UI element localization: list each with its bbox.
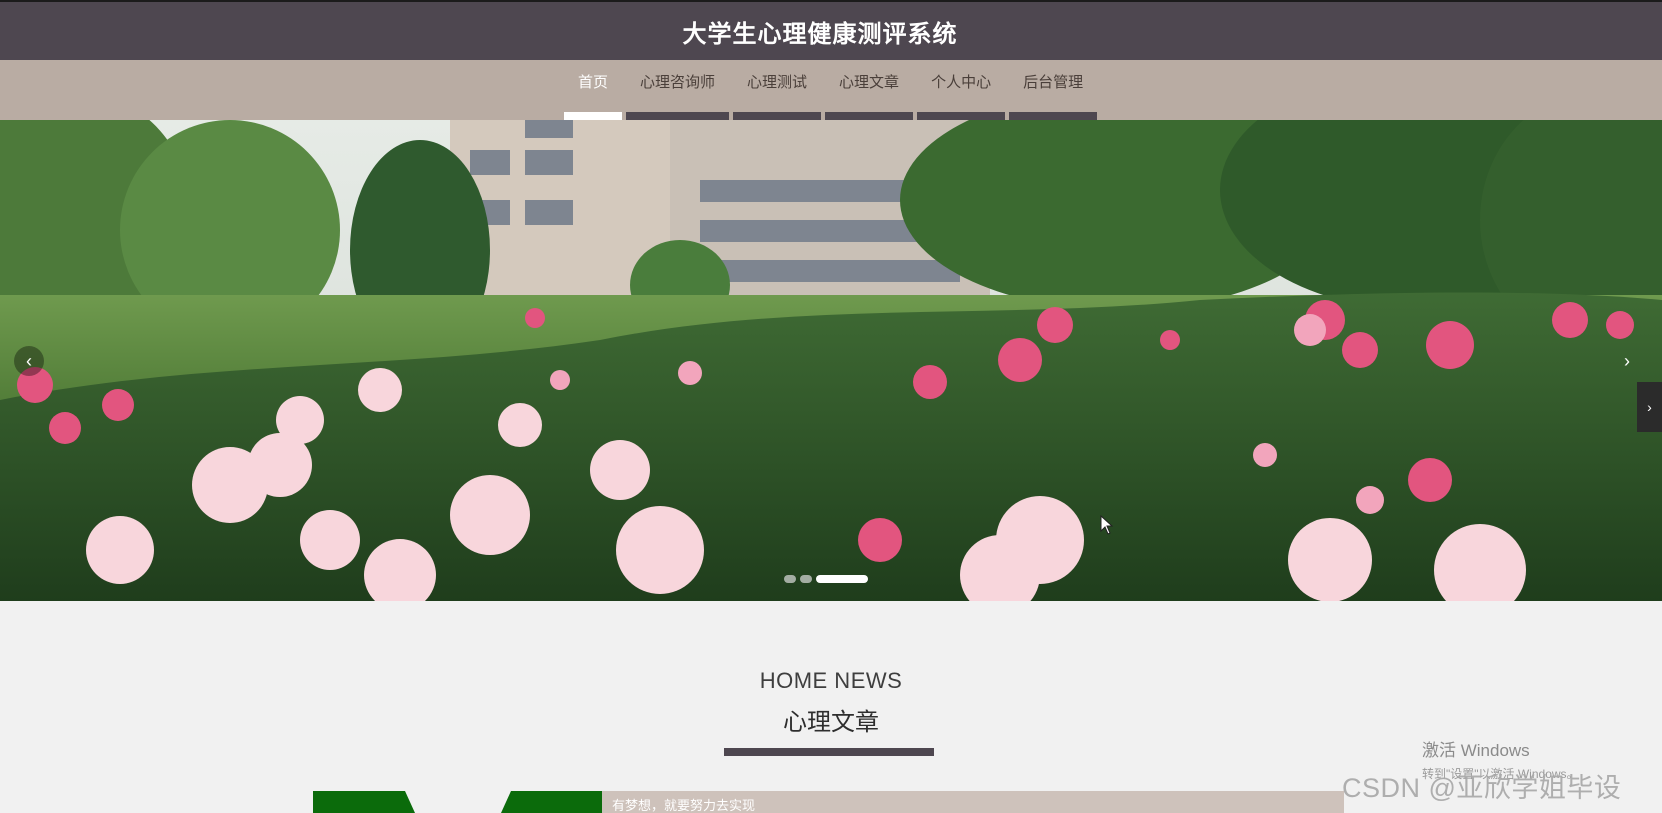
nav-item-personal-center[interactable]: 个人中心 — [917, 60, 1006, 120]
news-title-underline — [724, 748, 934, 756]
carousel-dot-3[interactable] — [816, 575, 868, 583]
mouse-cursor-icon — [1100, 514, 1114, 540]
carousel-slide-image — [0, 120, 1662, 601]
hero-carousel[interactable]: ‹ › › — [0, 120, 1662, 601]
nav-item-counselors[interactable]: 心理咨询师 — [626, 60, 730, 120]
nav-item-articles[interactable]: 心理文章 — [825, 60, 914, 120]
article-thumbnail — [313, 791, 603, 813]
news-title-cn: 心理文章 — [783, 709, 879, 736]
main-nav: 首页 心理咨询师 心理测试 心理文章 个人中心 后台管理 — [0, 60, 1662, 120]
nav-list: 首页 心理咨询师 心理测试 心理文章 个人中心 后台管理 — [564, 60, 1098, 120]
site-header: 大学生心理健康测评系统 — [0, 0, 1662, 60]
nav-item-psych-test[interactable]: 心理测试 — [733, 60, 822, 120]
side-expand-tab[interactable]: › — [1637, 382, 1662, 432]
windows-activation-title: 激活 Windows — [1422, 741, 1530, 760]
news-title-en: HOME NEWS — [759, 668, 903, 693]
news-section-heading: HOME NEWS 心理文章 — [0, 668, 1662, 737]
carousel-next-button[interactable]: › — [1612, 346, 1642, 376]
carousel-dot-1[interactable] — [784, 575, 796, 583]
article-card-caption[interactable]: 有梦想，就要努力去实现 — [602, 791, 1344, 813]
carousel-indicators — [784, 575, 868, 583]
carousel-dot-2[interactable] — [800, 575, 812, 583]
chevron-left-icon: ‹ — [26, 351, 32, 371]
carousel-prev-button[interactable]: ‹ — [14, 346, 44, 376]
nav-item-admin[interactable]: 后台管理 — [1009, 60, 1098, 120]
chevron-right-icon: › — [1624, 351, 1630, 371]
nav-item-home[interactable]: 首页 — [564, 60, 623, 120]
chevron-right-icon: › — [1647, 399, 1652, 415]
browser-page: 大学生心理健康测评系统 首页 心理咨询师 心理测试 心理文章 个人中心 后台管理 — [0, 0, 1662, 813]
csdn-watermark: CSDN @亚欣学姐毕设 — [1342, 773, 1622, 803]
site-title: 大学生心理健康测评系统 — [682, 21, 958, 48]
article-card-image[interactable] — [313, 791, 603, 813]
